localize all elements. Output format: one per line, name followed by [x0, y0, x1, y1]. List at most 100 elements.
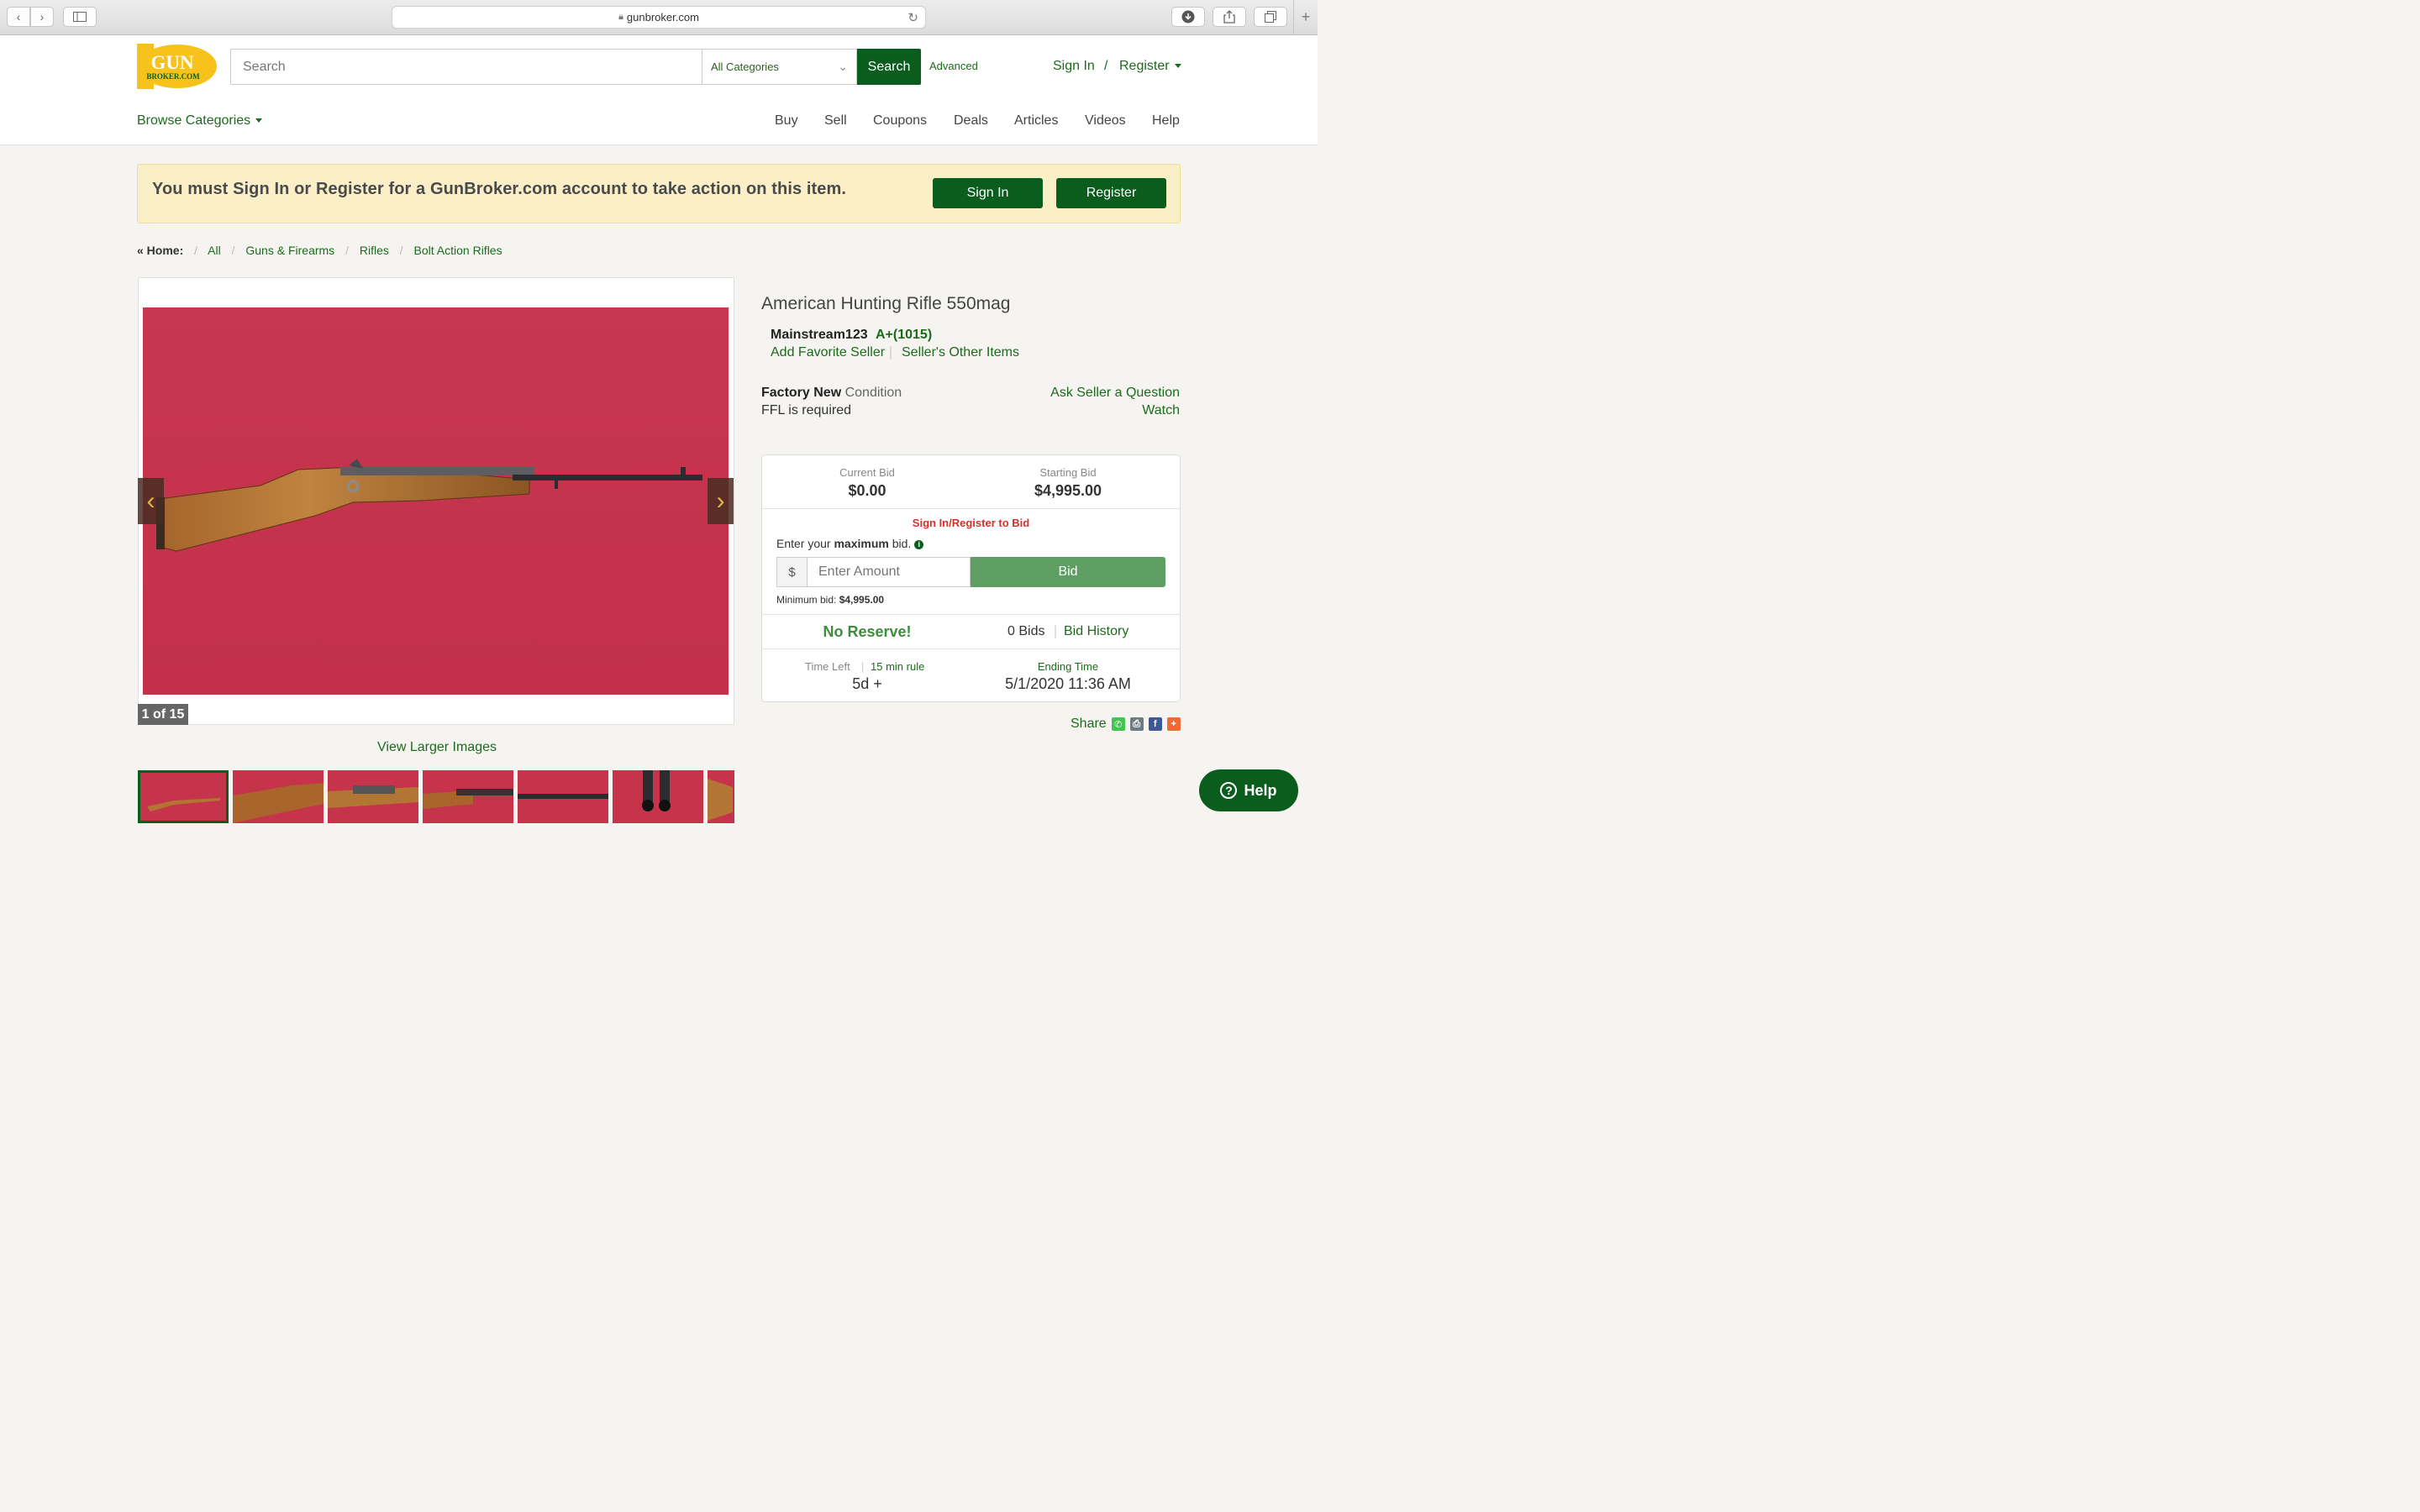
nav-deals[interactable]: Deals — [954, 113, 988, 129]
divider — [762, 508, 1180, 509]
breadcrumb-separator: / — [231, 244, 235, 257]
time-left-label: Time Left — [805, 660, 850, 673]
advanced-search-link[interactable]: Advanced — [929, 60, 978, 72]
bid-history-link[interactable]: Bid History — [1064, 624, 1128, 639]
sign-in-to-bid-link[interactable]: Sign In/Register to Bid — [762, 517, 1180, 529]
next-image-button[interactable]: › — [708, 478, 734, 524]
starting-bid-value: $4,995.00 — [1034, 482, 1102, 499]
image-counter: 1 of 15 — [138, 704, 188, 725]
header-register-link[interactable]: Register — [1119, 59, 1181, 74]
watch-link[interactable]: Watch — [1142, 403, 1180, 418]
bid-panel: Current Bid $0.00 Starting Bid $4,995.00… — [761, 454, 1181, 702]
ending-time-value: 5/1/2020 11:36 AM — [1005, 675, 1131, 692]
thumbnail-image — [423, 770, 513, 823]
rifle-photo[interactable] — [143, 307, 729, 695]
tabs-button[interactable] — [1254, 7, 1287, 27]
nav-videos[interactable]: Videos — [1085, 113, 1126, 129]
thumbnail[interactable] — [138, 770, 229, 823]
nav-sell[interactable]: Sell — [824, 113, 847, 129]
chevron-right-icon: › — [716, 486, 725, 515]
ask-seller-question-link[interactable]: Ask Seller a Question — [1050, 386, 1180, 401]
previous-image-button[interactable]: ‹ — [138, 478, 164, 524]
bid-button[interactable]: Bid — [971, 557, 1165, 587]
thumbnail-strip — [138, 770, 734, 823]
enter-prefix: Enter your — [776, 537, 834, 550]
breadcrumb: « Home: / All / Guns & Firearms / Rifles… — [137, 244, 502, 257]
forward-button[interactable]: › — [30, 7, 54, 27]
browse-categories-menu[interactable]: Browse Categories — [137, 113, 263, 129]
question-icon: ? — [1220, 782, 1238, 799]
nav-coupons[interactable]: Coupons — [873, 113, 927, 129]
gunbroker-logo[interactable]: GUN BROKER.COM — [137, 44, 218, 89]
share-button[interactable] — [1213, 7, 1246, 27]
nav-articles[interactable]: Articles — [1014, 113, 1058, 129]
fifteen-min-rule-link[interactable]: 15 min rule — [871, 660, 924, 673]
time-left-value: 5d + — [852, 675, 882, 692]
notice-sign-in-button[interactable]: Sign In — [933, 178, 1043, 208]
register-label: Register — [1119, 59, 1170, 73]
breadcrumb-bolt-action-rifles[interactable]: Bolt Action Rifles — [414, 244, 502, 257]
thumbnail[interactable] — [708, 770, 734, 823]
thumbnail-image — [518, 770, 608, 823]
share-label: Share — [1071, 717, 1107, 731]
seller-rating[interactable]: A+(1015) — [876, 328, 932, 343]
header-sign-in-link[interactable]: Sign In — [1053, 59, 1095, 74]
search-input[interactable] — [230, 49, 702, 85]
breadcrumb-rifles[interactable]: Rifles — [360, 244, 389, 257]
divider — [762, 614, 1180, 615]
nav-buy[interactable]: Buy — [775, 113, 798, 129]
seller-name[interactable]: Mainstream123 — [771, 328, 868, 343]
sidebar-toggle-button[interactable] — [63, 7, 97, 27]
breadcrumb-all[interactable]: All — [208, 244, 221, 257]
breadcrumb-separator: / — [194, 244, 198, 257]
new-tab-button[interactable]: + — [1293, 0, 1318, 34]
notice-register-button[interactable]: Register — [1056, 178, 1166, 208]
print-icon[interactable]: ⎙ — [1129, 717, 1144, 731]
caret-down-icon — [1174, 64, 1181, 69]
condition-value: Factory New — [761, 386, 842, 400]
thumbnail[interactable] — [423, 770, 513, 823]
breadcrumb-home[interactable]: « Home: — [137, 244, 183, 257]
breadcrumb-guns-firearms[interactable]: Guns & Firearms — [245, 244, 334, 257]
add-favorite-seller-link[interactable]: Add Favorite Seller — [771, 345, 885, 360]
condition-label: Condition — [844, 386, 902, 400]
thumbnail-image — [708, 770, 734, 823]
nav-help[interactable]: Help — [1152, 113, 1180, 129]
bid-amount-input[interactable] — [807, 557, 971, 587]
thumbnail[interactable] — [233, 770, 324, 823]
logo-text-bottom: BROKER.COM — [146, 72, 200, 81]
lock-icon: 🔒︎ — [618, 12, 623, 22]
logo-text-top: GUN — [150, 52, 194, 73]
thumbnail[interactable] — [613, 770, 703, 823]
info-icon[interactable]: i — [914, 539, 924, 549]
breadcrumb-separator: / — [399, 244, 403, 257]
browser-toolbar: ‹ › 🔒︎ gunbroker.com ↻ + — [0, 0, 1318, 35]
facebook-icon[interactable]: f — [1148, 717, 1162, 731]
reload-icon[interactable]: ↻ — [908, 10, 918, 25]
caret-down-icon — [255, 118, 263, 123]
header-separator: / — [1104, 59, 1108, 73]
category-select[interactable]: All Categories ⌄ — [702, 49, 857, 85]
view-larger-images-link[interactable]: View Larger Images — [377, 740, 497, 755]
url-text: gunbroker.com — [626, 11, 699, 24]
tabs-icon — [1265, 11, 1276, 23]
thumbnail[interactable] — [328, 770, 418, 823]
ending-time-label: Ending Time — [1037, 660, 1099, 673]
currency-addon: $ — [776, 557, 808, 587]
divider — [762, 648, 1180, 649]
help-chat-button[interactable]: ? Help — [1199, 769, 1298, 811]
sellers-other-items-link[interactable]: Seller's Other Items — [902, 345, 1019, 360]
whatsapp-icon[interactable]: ✆ — [1111, 717, 1125, 731]
more-share-icon[interactable]: + — [1166, 717, 1181, 731]
thumbnail[interactable] — [518, 770, 608, 823]
search-bar: All Categories ⌄ Search — [230, 49, 921, 85]
address-bar[interactable]: 🔒︎ gunbroker.com ↻ — [392, 6, 926, 29]
downloads-button[interactable] — [1171, 7, 1205, 27]
item-condition: Factory New Condition — [761, 386, 902, 401]
search-button[interactable]: Search — [857, 49, 921, 85]
current-bid-value: $0.00 — [848, 482, 886, 499]
thumbnail-image — [613, 770, 703, 823]
back-button[interactable]: ‹ — [7, 7, 30, 27]
thumbnail-image — [140, 773, 226, 821]
help-button-label: Help — [1244, 781, 1277, 799]
